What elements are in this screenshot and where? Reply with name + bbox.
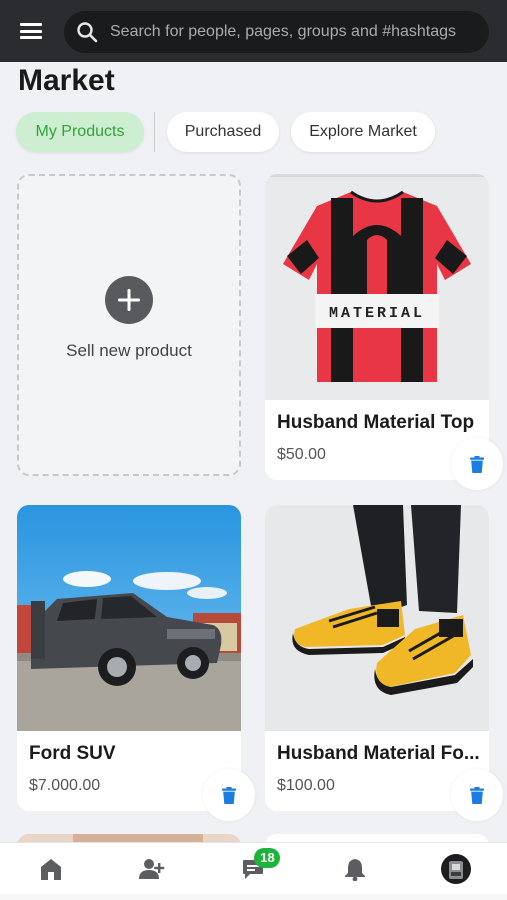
product-name: Ford SUV [29,743,116,764]
product-image-suv [17,505,241,731]
tab-my-products[interactable]: My Products [16,112,144,152]
hamburger-menu-button[interactable] [0,0,62,62]
nav-profile[interactable] [426,843,486,895]
home-icon [40,858,61,880]
product-name: Husband Material Top [277,412,475,433]
delete-product-button[interactable] [203,769,255,821]
delete-product-button[interactable] [451,769,503,821]
product-name: Husband Material Fo... [277,743,480,764]
tshirt-print-text: MATERIAL [329,305,425,322]
market-tabs: My Products Purchased Explore Market [16,112,435,152]
messages-badge: 18 [254,847,281,868]
add-icon [105,275,153,324]
sell-new-product-label: Sell new product [66,340,192,360]
delete-product-button[interactable] [451,438,503,490]
bottom-navigation: 18 [0,842,507,894]
trash-icon [470,786,484,804]
tab-divider [154,112,155,152]
bell-icon [344,858,365,881]
product-price: $7.000.00 [29,777,101,794]
add-friend-icon [139,858,165,879]
nav-messages[interactable]: 18 [223,843,283,895]
search-bar[interactable] [64,11,489,53]
nav-friends[interactable] [122,843,182,895]
page-title: Market [18,64,115,97]
trash-icon [222,786,236,804]
nav-home[interactable] [21,843,81,895]
product-card[interactable]: Husband Material Fo... $100.00 [265,505,503,821]
nav-notifications[interactable] [325,843,385,895]
product-image-tshirt: MATERIAL [265,174,489,400]
search-icon [64,11,110,53]
product-price: $100.00 [277,777,335,794]
tab-purchased[interactable]: Purchased [167,112,279,152]
product-card[interactable]: Ford SUV $7.000.00 [17,505,255,821]
product-card[interactable]: MATERIAL Husband Material Top $50.00 [265,174,503,490]
top-bar [0,0,507,62]
hamburger-icon [20,23,42,39]
tab-explore-market[interactable]: Explore Market [291,112,435,152]
product-price: $50.00 [277,446,326,463]
search-input[interactable] [110,23,480,41]
avatar [441,853,472,884]
trash-icon [470,455,484,473]
product-image-sneakers [265,505,489,731]
system-bar [0,894,507,900]
sell-new-product-card[interactable]: Sell new product [17,174,241,476]
